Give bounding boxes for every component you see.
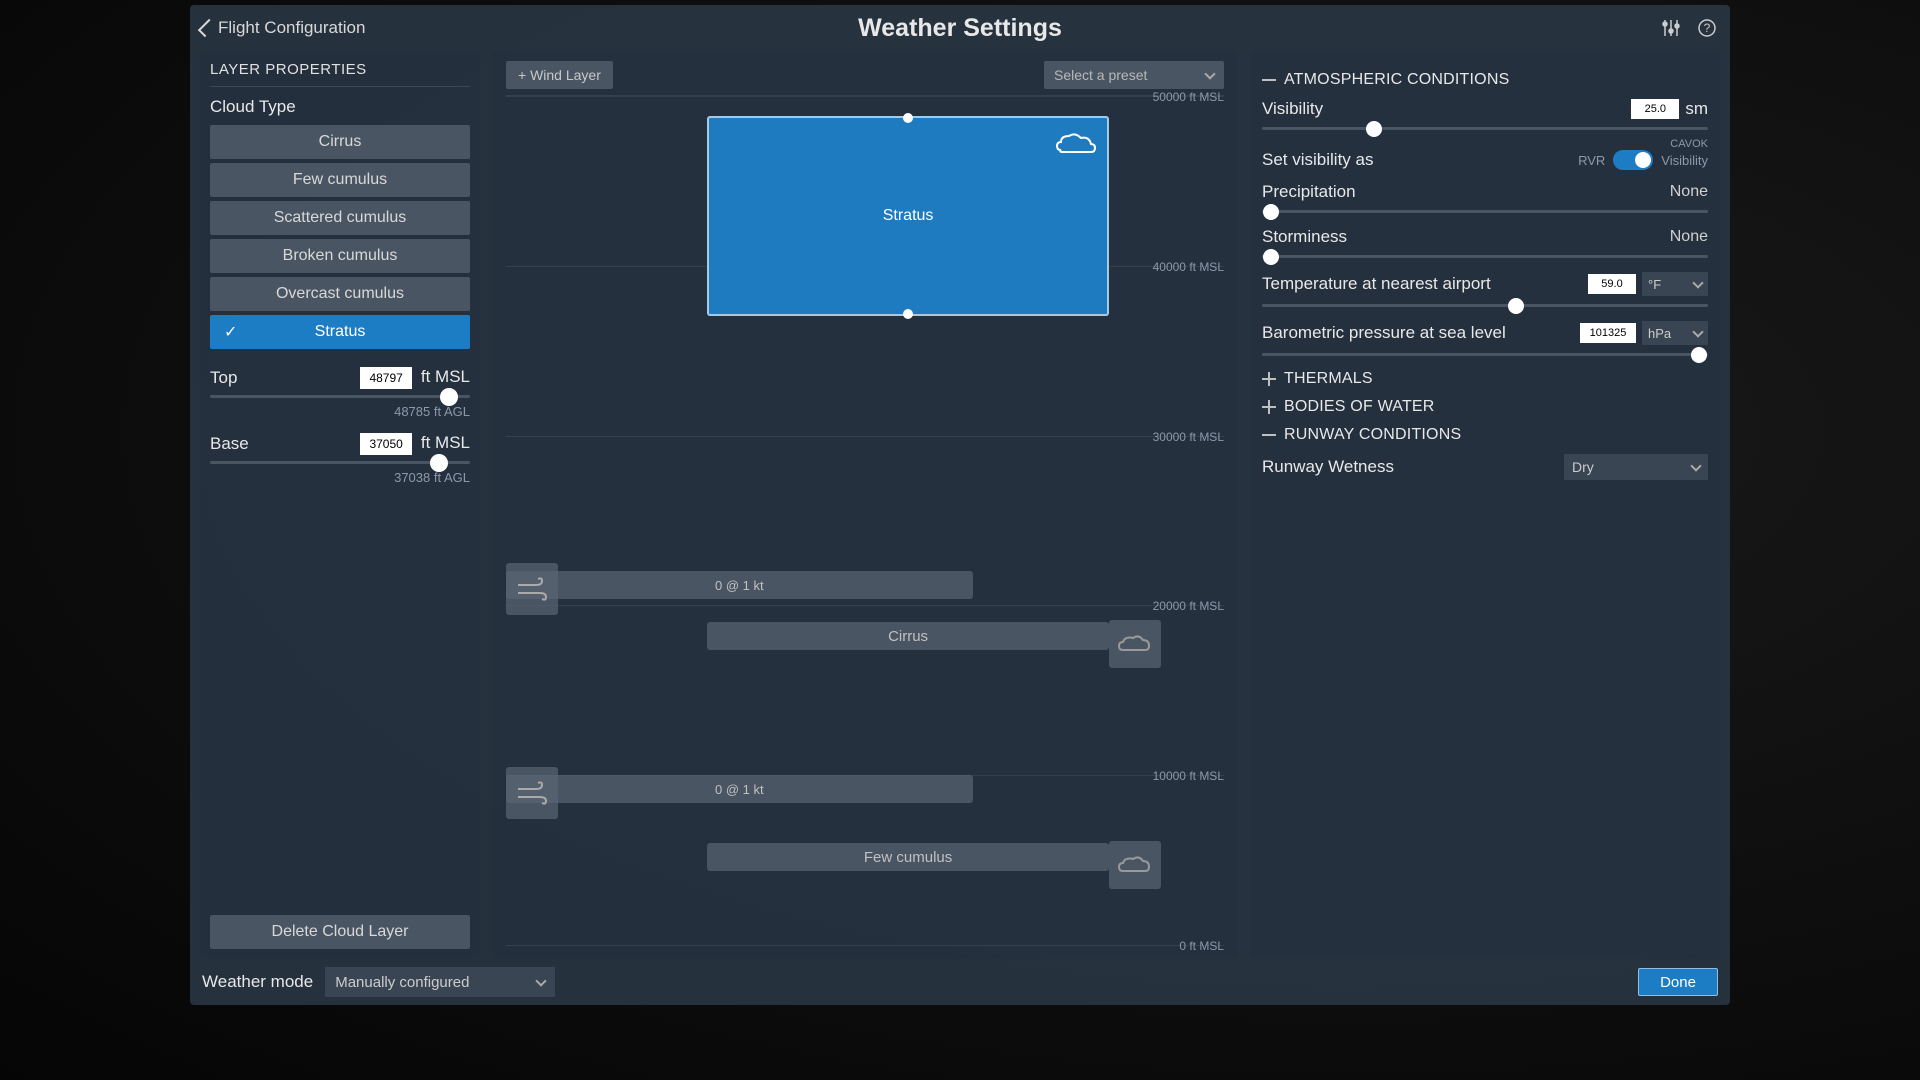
alt-label-0: 0 ft MSL: [1179, 939, 1224, 953]
chevron-left-icon: [198, 19, 216, 37]
base-input[interactable]: [360, 433, 412, 455]
layer-properties-heading: LAYER PROPERTIES: [210, 61, 470, 87]
check-icon: ✓: [224, 322, 237, 342]
cloud-icon: [1051, 126, 1099, 158]
pressure-slider[interactable]: [1262, 353, 1708, 356]
weather-mode-select[interactable]: Manually configured: [325, 967, 555, 997]
top-slider[interactable]: [210, 395, 470, 398]
sliders-icon[interactable]: [1660, 17, 1682, 39]
base-unit: ft MSL: [421, 433, 470, 452]
cloud-type-stratus[interactable]: ✓ Stratus: [210, 315, 470, 349]
cloud-type-few-cumulus[interactable]: Few cumulus: [210, 163, 470, 197]
cloud-type-scattered-cumulus[interactable]: Scattered cumulus: [210, 201, 470, 235]
runway-wetness-select[interactable]: Dry: [1564, 454, 1708, 480]
top-input[interactable]: [360, 367, 412, 389]
header-icons: ?: [1660, 17, 1718, 39]
runway-wetness-label: Runway Wetness: [1262, 457, 1394, 477]
layer-few-cumulus[interactable]: Few cumulus: [707, 843, 1109, 871]
precipitation-value: None: [1670, 183, 1708, 201]
layer-wind-2[interactable]: 0 @ 1 kt: [506, 775, 973, 803]
precipitation-label: Precipitation: [1262, 182, 1356, 202]
rvr-label: RVR: [1578, 153, 1605, 168]
atmospheric-panel: ATMOSPHERIC CONDITIONS Visibility sm CAV…: [1250, 51, 1720, 959]
preset-dropdown[interactable]: Select a preset: [1044, 61, 1224, 89]
temperature-input[interactable]: [1588, 274, 1636, 294]
temperature-unit-select[interactable]: °F: [1642, 272, 1708, 296]
base-slider-group: Base ft MSL 37038 ft AGL: [210, 433, 470, 485]
weather-mode-label: Weather mode: [202, 972, 313, 992]
panel-title: Weather Settings: [858, 14, 1062, 43]
visibility-toggle[interactable]: [1613, 150, 1653, 170]
visibility-slider[interactable]: [1262, 127, 1708, 130]
visibility-label: Visibility: [1262, 99, 1323, 119]
alt-label-50000: 50000 ft MSL: [1153, 90, 1224, 104]
bodies-of-water-heading[interactable]: BODIES OF WATER: [1262, 398, 1708, 416]
chevron-down-icon: [1692, 277, 1703, 288]
panel-footer: Weather mode Manually configured Done: [190, 959, 1730, 1005]
top-slider-group: Top ft MSL 48785 ft AGL: [210, 367, 470, 419]
pressure-unit-select[interactable]: hPa: [1642, 321, 1708, 345]
help-icon[interactable]: ?: [1696, 17, 1718, 39]
wind-icon: [506, 563, 558, 615]
cloud-type-overcast-cumulus[interactable]: Overcast cumulus: [210, 277, 470, 311]
alt-label-40000: 40000 ft MSL: [1153, 260, 1224, 274]
atmospheric-heading[interactable]: ATMOSPHERIC CONDITIONS: [1262, 71, 1708, 89]
chevron-down-icon: [1690, 460, 1701, 471]
cloud-icon: [1109, 620, 1161, 668]
layer-cirrus[interactable]: Cirrus: [707, 622, 1109, 650]
sky-layers-panel: + Wind Layer Select a preset 50000 ft MS…: [492, 51, 1238, 959]
storminess-value: None: [1670, 228, 1708, 246]
done-button[interactable]: Done: [1638, 968, 1718, 996]
plus-icon: [1262, 378, 1276, 380]
minus-icon: [1262, 79, 1276, 81]
base-agl: 37038 ft AGL: [210, 470, 470, 485]
svg-text:?: ?: [1704, 21, 1711, 35]
cloud-type-broken-cumulus[interactable]: Broken cumulus: [210, 239, 470, 273]
alt-label-30000: 30000 ft MSL: [1153, 430, 1224, 444]
layer-properties-panel: LAYER PROPERTIES Cloud Type Cirrus Few c…: [200, 51, 480, 959]
visibility-unit: sm: [1685, 99, 1708, 119]
chevron-down-icon: [536, 975, 547, 986]
chevron-down-icon: [1692, 326, 1703, 337]
cloud-icon: [1109, 841, 1161, 889]
visibility-input[interactable]: [1631, 99, 1679, 119]
runway-conditions-heading[interactable]: RUNWAY CONDITIONS: [1262, 426, 1708, 444]
plus-icon: [1262, 406, 1276, 408]
storminess-slider[interactable]: [1262, 255, 1708, 258]
set-visibility-as-label: Set visibility as: [1262, 150, 1373, 170]
cloud-type-label: Cloud Type: [210, 97, 470, 117]
weather-settings-panel: Flight Configuration Weather Settings ? …: [190, 5, 1730, 1005]
thermals-heading[interactable]: THERMALS: [1262, 370, 1708, 388]
base-slider[interactable]: [210, 461, 470, 464]
pressure-label: Barometric pressure at sea level: [1262, 323, 1506, 343]
chevron-down-icon: [1204, 68, 1215, 79]
cavok-label: CAVOK: [1670, 138, 1708, 150]
drag-handle-bottom[interactable]: [903, 309, 913, 319]
drag-handle-top[interactable]: [903, 113, 913, 123]
visibility-word-label: Visibility: [1661, 153, 1708, 168]
temperature-slider[interactable]: [1262, 304, 1708, 307]
panel-header: Flight Configuration Weather Settings ?: [190, 5, 1730, 51]
alt-label-20000: 20000 ft MSL: [1153, 599, 1224, 613]
back-label: Flight Configuration: [218, 18, 365, 38]
layer-stratus[interactable]: Stratus: [707, 116, 1109, 316]
top-label: Top: [210, 368, 237, 388]
top-agl: 48785 ft AGL: [210, 404, 470, 419]
storminess-label: Storminess: [1262, 227, 1347, 247]
alt-label-10000: 10000 ft MSL: [1153, 769, 1224, 783]
pressure-input[interactable]: [1580, 323, 1636, 343]
top-unit: ft MSL: [421, 367, 470, 386]
sky-canvas[interactable]: 50000 ft MSL 40000 ft MSL 30000 ft MSL 2…: [506, 95, 1224, 945]
minus-icon: [1262, 434, 1276, 436]
precipitation-slider[interactable]: [1262, 210, 1708, 213]
temperature-label: Temperature at nearest airport: [1262, 274, 1491, 294]
cloud-type-cirrus[interactable]: Cirrus: [210, 125, 470, 159]
layer-wind-1[interactable]: 0 @ 1 kt: [506, 571, 973, 599]
preset-placeholder: Select a preset: [1054, 67, 1147, 83]
delete-layer-button[interactable]: Delete Cloud Layer: [210, 915, 470, 949]
base-label: Base: [210, 434, 249, 454]
add-wind-layer-button[interactable]: + Wind Layer: [506, 61, 613, 89]
back-button[interactable]: Flight Configuration: [202, 18, 365, 38]
wind-icon: [506, 767, 558, 819]
